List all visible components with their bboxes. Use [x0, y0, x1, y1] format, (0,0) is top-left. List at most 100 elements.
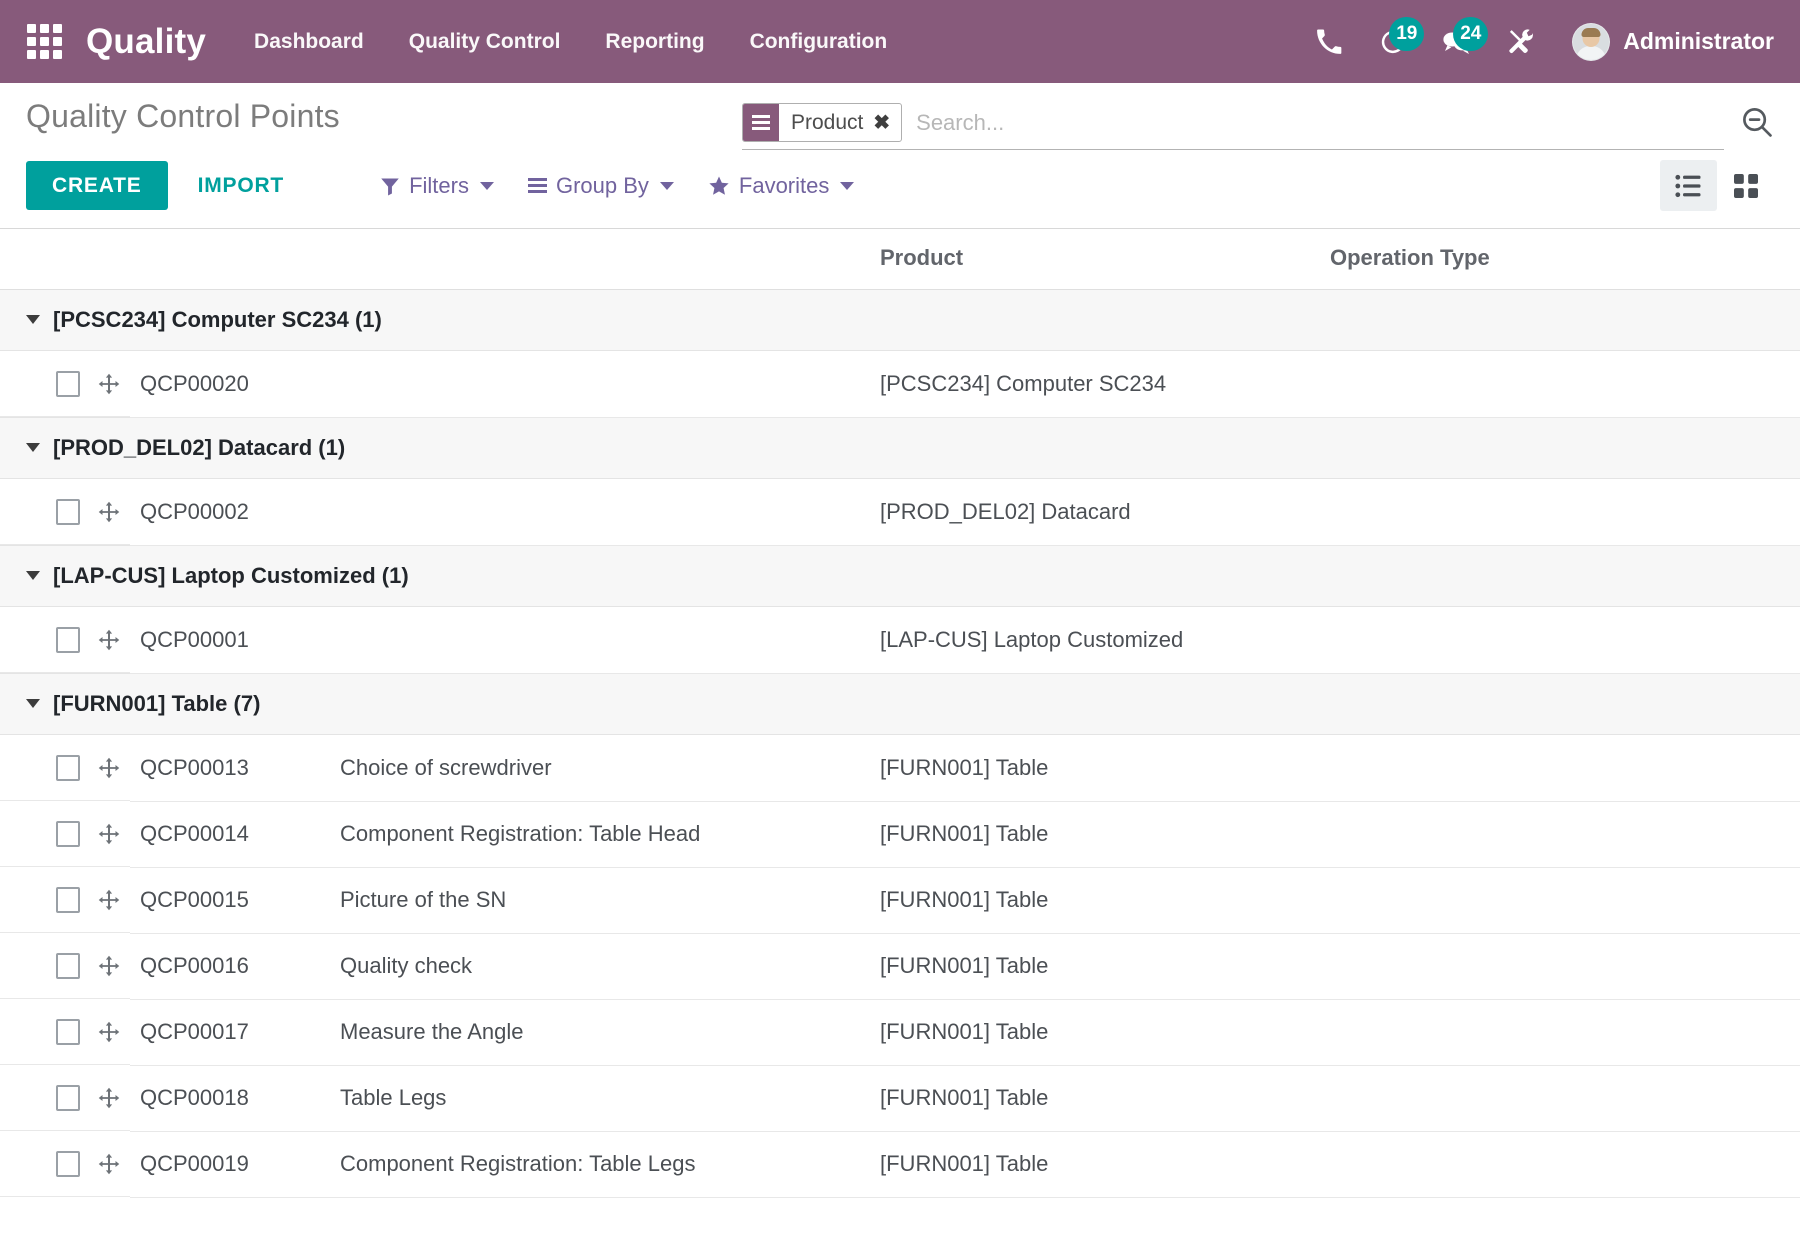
kanban-view-button[interactable]: [1717, 160, 1774, 211]
row-checkbox[interactable]: [56, 1085, 80, 1111]
row-controls: [0, 933, 130, 999]
row-checkbox[interactable]: [56, 755, 80, 781]
group-label: [PROD_DEL02] Datacard (1): [53, 435, 345, 460]
app-brand-title[interactable]: Quality: [86, 22, 206, 62]
filters-dropdown[interactable]: Filters: [380, 173, 494, 199]
row-checkbox[interactable]: [56, 953, 80, 979]
search-input[interactable]: [902, 110, 1724, 136]
main-menu: Dashboard Quality Control Reporting Conf…: [254, 30, 887, 54]
search-facet-product[interactable]: Product ✖: [742, 103, 902, 142]
cell-operation-type: [1320, 1065, 1800, 1131]
column-header-operation-type[interactable]: Operation Type: [1320, 229, 1800, 290]
row-checkbox[interactable]: [56, 1019, 80, 1045]
group-toggle-icon[interactable]: [26, 443, 40, 452]
table-row[interactable]: QCP00017Measure the Angle[FURN001] Table: [0, 999, 1800, 1065]
favorites-label: Favorites: [739, 173, 829, 199]
group-header-row[interactable]: [PCSC234] Computer SC234 (1): [0, 290, 1800, 351]
row-controls: [0, 1131, 130, 1197]
drag-handle-icon[interactable]: [98, 1087, 120, 1109]
cell-reference: QCP00002: [130, 479, 330, 546]
table-row[interactable]: QCP00018Table Legs[FURN001] Table: [0, 1065, 1800, 1131]
page-title: Quality Control Points: [26, 98, 340, 135]
table-row[interactable]: QCP00016Quality check[FURN001] Table: [0, 933, 1800, 999]
row-checkbox[interactable]: [56, 821, 80, 847]
row-controls: [0, 735, 130, 801]
phone-icon[interactable]: [1312, 25, 1346, 59]
drag-handle-icon[interactable]: [98, 955, 120, 977]
group-by-dropdown[interactable]: Group By: [528, 173, 674, 199]
apps-grid-icon[interactable]: [24, 22, 64, 62]
group-header-row[interactable]: [PROD_DEL02] Datacard (1): [0, 418, 1800, 479]
list-view-button[interactable]: [1660, 160, 1717, 211]
table-row[interactable]: QCP00002 [PROD_DEL02] Datacard: [0, 479, 1800, 546]
table-header-row: Product Operation Type: [0, 229, 1800, 290]
drag-handle-icon[interactable]: [98, 629, 120, 651]
drag-handle-icon[interactable]: [98, 823, 120, 845]
cell-operation-type: [1320, 867, 1800, 933]
cell-name: [330, 607, 870, 674]
action-toolbar: CREATE IMPORT Filters Group By Favorites: [26, 160, 1774, 211]
cell-operation-type: [1320, 735, 1800, 802]
menu-item-dashboard[interactable]: Dashboard: [254, 30, 364, 54]
table-row[interactable]: QCP00020[PCSC234] Computer SC234: [0, 351, 1800, 418]
activity-count-badge: 19: [1389, 17, 1424, 51]
search-box[interactable]: Product ✖: [742, 103, 1724, 150]
star-icon: [708, 175, 730, 197]
facet-remove-icon[interactable]: ✖: [873, 113, 890, 133]
row-checkbox[interactable]: [56, 371, 80, 397]
group-header-row[interactable]: [LAP-CUS] Laptop Customized (1): [0, 546, 1800, 607]
menu-item-quality-control[interactable]: Quality Control: [409, 30, 561, 54]
drag-handle-icon[interactable]: [98, 757, 120, 779]
favorites-dropdown[interactable]: Favorites: [708, 173, 854, 199]
column-header-name: [330, 229, 870, 290]
cell-product: [FURN001] Table: [870, 735, 1320, 802]
import-button[interactable]: IMPORT: [192, 161, 290, 210]
filters-label: Filters: [409, 173, 469, 199]
menu-item-reporting[interactable]: Reporting: [605, 30, 704, 54]
drag-handle-icon[interactable]: [98, 373, 120, 395]
user-menu[interactable]: Administrator: [1572, 23, 1774, 61]
cell-operation-type: [1320, 607, 1800, 674]
chevron-down-icon: [840, 182, 854, 190]
row-checkbox[interactable]: [56, 627, 80, 653]
cell-operation-type: [1320, 933, 1800, 999]
cell-reference: QCP00013: [130, 735, 330, 802]
activity-clock-icon[interactable]: 19: [1376, 25, 1410, 59]
chevron-down-icon: [660, 182, 674, 190]
drag-handle-icon[interactable]: [98, 1021, 120, 1043]
table-row[interactable]: QCP00013Choice of screwdriver[FURN001] T…: [0, 735, 1800, 802]
cell-operation-type: [1320, 1131, 1800, 1197]
table-row[interactable]: QCP00001[LAP-CUS] Laptop Customized: [0, 607, 1800, 674]
group-toggle-icon[interactable]: [26, 315, 40, 324]
drag-handle-icon[interactable]: [98, 1153, 120, 1175]
facet-label-text: Product: [791, 111, 863, 135]
group-header-row[interactable]: [FURN001] Table (7): [0, 674, 1800, 735]
user-name-label: Administrator: [1623, 28, 1774, 55]
column-header-product[interactable]: Product: [870, 229, 1320, 290]
top-navbar: Quality Dashboard Quality Control Report…: [0, 0, 1800, 83]
table-row[interactable]: QCP00015Picture of the SN[FURN001] Table: [0, 867, 1800, 933]
drag-handle-icon[interactable]: [98, 889, 120, 911]
row-checkbox[interactable]: [56, 887, 80, 913]
row-controls: [0, 351, 130, 417]
row-checkbox[interactable]: [56, 499, 80, 525]
table-row[interactable]: QCP00014Component Registration: Table He…: [0, 801, 1800, 867]
navbar-right-tools: 19 24 Administrator: [1312, 23, 1774, 61]
table-row[interactable]: QCP00019Component Registration: Table Le…: [0, 1131, 1800, 1197]
group-toggle-icon[interactable]: [26, 699, 40, 708]
messages-icon[interactable]: 24: [1440, 25, 1474, 59]
search-minus-icon[interactable]: [1740, 103, 1774, 144]
menu-item-configuration[interactable]: Configuration: [750, 30, 888, 54]
group-by-label: Group By: [556, 173, 649, 199]
search-dropdown-group: Filters Group By Favorites: [380, 173, 854, 199]
cell-name: Measure the Angle: [330, 999, 870, 1065]
developer-tools-icon[interactable]: [1504, 25, 1538, 59]
cell-name: Quality check: [330, 933, 870, 999]
cell-product: [PROD_DEL02] Datacard: [870, 479, 1320, 546]
group-toggle-icon[interactable]: [26, 571, 40, 580]
create-button[interactable]: CREATE: [26, 161, 168, 210]
drag-handle-icon[interactable]: [98, 501, 120, 523]
row-controls: [0, 607, 130, 673]
cell-operation-type: [1320, 479, 1800, 546]
row-checkbox[interactable]: [56, 1151, 80, 1177]
